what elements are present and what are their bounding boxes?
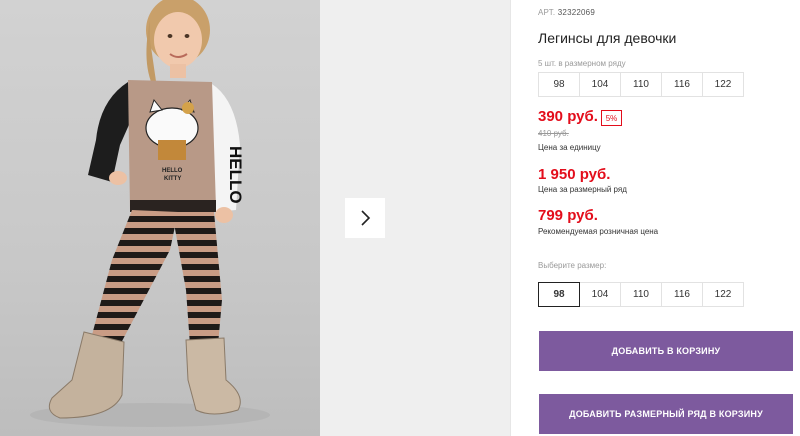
size-option-104[interactable]: 104 xyxy=(579,282,621,307)
choose-size-label: Выберите размер: xyxy=(538,261,607,270)
product-title: Легинсы для девочки xyxy=(538,30,677,46)
size-selector: 98 104 110 116 122 xyxy=(538,282,744,307)
size-option-110[interactable]: 110 xyxy=(620,282,662,307)
chevron-right-icon xyxy=(361,210,371,226)
unit-price: 390 руб. xyxy=(538,108,598,125)
range-price: 1 950 руб. xyxy=(538,166,611,183)
size-range-item: 104 xyxy=(579,72,621,97)
sku: АРТ. 32322069 xyxy=(538,8,595,17)
size-option-98[interactable]: 98 xyxy=(538,282,580,307)
unit-price-label: Цена за единицу xyxy=(538,143,601,152)
svg-text:HELLO: HELLO xyxy=(162,168,183,174)
size-range-item: 122 xyxy=(702,72,744,97)
sku-value: 32322069 xyxy=(557,8,595,17)
sleeve-print: HELLO xyxy=(226,146,245,204)
discount-badge: 5% xyxy=(601,110,622,126)
product-photo-illustration: HELLO HELLO KITTY xyxy=(30,0,270,427)
sku-label: АРТ. xyxy=(538,8,556,17)
add-to-cart-button[interactable]: ДОБАВИТЬ В КОРЗИНУ xyxy=(539,331,793,371)
next-image-button[interactable] xyxy=(345,198,385,238)
column-divider xyxy=(510,0,511,436)
range-price-label: Цена за размерный ряд xyxy=(538,185,627,194)
retail-price: 799 руб. xyxy=(538,207,598,224)
svg-text:HELLO: HELLO xyxy=(226,146,245,204)
size-range-item: 116 xyxy=(661,72,703,97)
size-range-item: 110 xyxy=(620,72,662,97)
size-range-label: 5 шт. в размерном ряду xyxy=(538,59,626,68)
product-photo[interactable]: HELLO HELLO KITTY xyxy=(0,0,320,436)
retail-price-label: Рекомендуемая розничная цена xyxy=(538,227,659,236)
size-range-list: 98 104 110 116 122 xyxy=(538,72,744,97)
product-gallery: HELLO HELLO KITTY xyxy=(0,0,510,436)
size-option-122[interactable]: 122 xyxy=(702,282,744,307)
old-price: 410 руб. xyxy=(538,129,569,138)
svg-text:KITTY: KITTY xyxy=(164,176,181,182)
size-option-116[interactable]: 116 xyxy=(661,282,703,307)
add-size-range-to-cart-button[interactable]: ДОБАВИТЬ РАЗМЕРНЫЙ РЯД В КОРЗИНУ xyxy=(539,394,793,434)
size-range-item: 98 xyxy=(538,72,580,97)
